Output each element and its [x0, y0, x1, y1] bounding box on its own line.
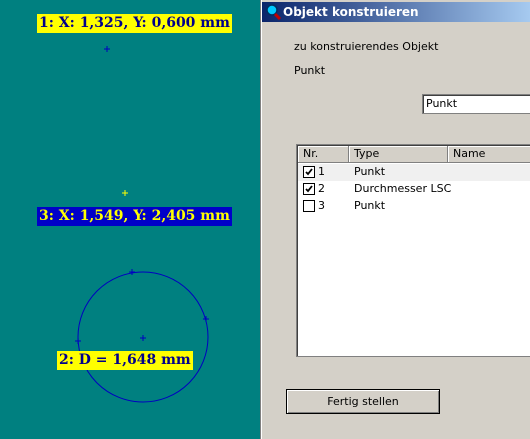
object-prompt-label: zu konstruierendes Objekt	[294, 40, 439, 53]
row-type: Durchmesser LSC	[354, 182, 452, 195]
column-header-type[interactable]: Type	[349, 146, 448, 163]
row-type: Punkt	[354, 165, 386, 178]
checkmark-icon	[305, 185, 313, 193]
column-header-name[interactable]: Name	[448, 146, 530, 163]
drawing-canvas[interactable]: 1: X: 1,325, Y: 0,600 mm 3: X: 1,549, Y:…	[0, 0, 260, 439]
row-checkbox[interactable]	[303, 183, 315, 195]
list-item[interactable]: 2 Durchmesser LSC	[298, 181, 530, 198]
point-marker-1[interactable]	[104, 46, 110, 52]
dialog-titlebar[interactable]: Objekt konstruieren	[262, 2, 530, 22]
object-type-select[interactable]: Punkt	[422, 94, 530, 114]
row-type: Punkt	[354, 199, 386, 212]
measurement-label-2: 2: D = 1,648 mm	[57, 351, 193, 370]
row-nr: 3	[318, 199, 325, 212]
measurement-label-1: 1: X: 1,325, Y: 0,600 mm	[37, 14, 232, 33]
point-marker-3[interactable]	[122, 190, 128, 196]
object-list[interactable]: Nr. Type Name 1 Punkt 2 Durchmesser LSC …	[296, 144, 530, 357]
finish-button[interactable]: Fertig stellen	[286, 389, 440, 414]
row-nr: 2	[318, 182, 325, 195]
row-checkbox[interactable]	[303, 200, 315, 212]
object-name-label: Punkt	[294, 64, 326, 77]
row-nr: 1	[318, 165, 325, 178]
diameter-circle[interactable]	[75, 269, 209, 403]
column-header-nr[interactable]: Nr.	[298, 146, 349, 163]
checkmark-icon	[305, 168, 313, 176]
measurement-label-3: 3: X: 1,549, Y: 2,405 mm	[37, 207, 232, 226]
construct-object-dialog: Objekt konstruieren zu konstruierendes O…	[262, 0, 530, 439]
list-item[interactable]: 1 Punkt	[298, 164, 530, 181]
row-checkbox[interactable]	[303, 166, 315, 178]
magnifier-icon	[265, 4, 282, 21]
list-item[interactable]: 3 Punkt	[298, 198, 530, 215]
dialog-title: Objekt konstruieren	[283, 5, 419, 19]
